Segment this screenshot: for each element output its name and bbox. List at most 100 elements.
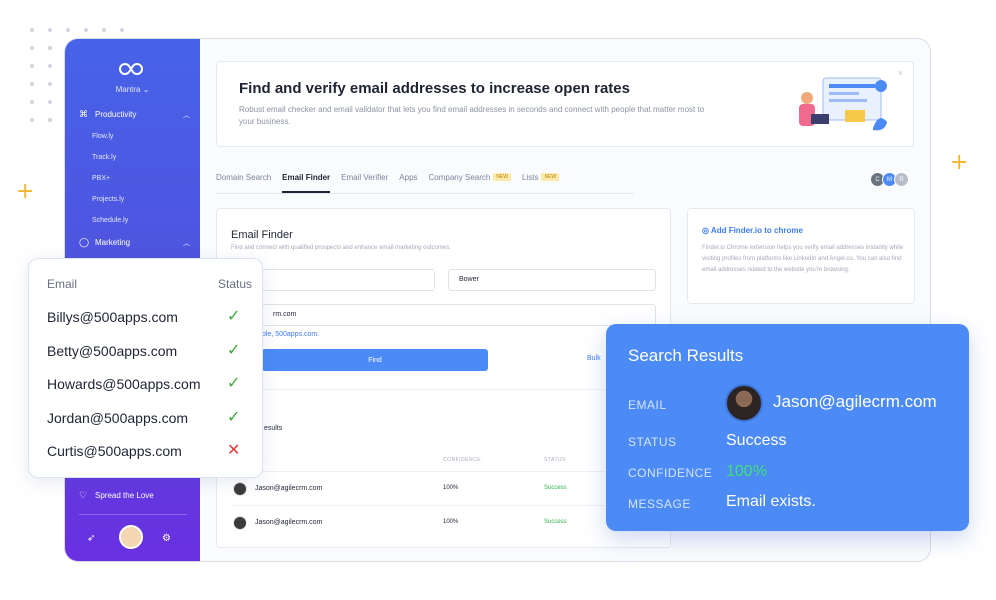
sidebar-item-flowly[interactable]: Flow.ly xyxy=(92,133,113,140)
message-label: MESSAGE xyxy=(628,497,691,511)
bulk-link[interactable]: Bulk xyxy=(587,355,601,362)
team-avatars: C M R xyxy=(870,172,909,187)
sidebar-item-trackly[interactable]: Track.ly xyxy=(92,154,116,161)
chevron-down-icon: ⌄ xyxy=(142,85,150,94)
workspace-name: Mantra xyxy=(115,85,141,94)
sidebar-section-marketing[interactable]: ◯ Marketing ︿ xyxy=(79,237,190,248)
sidebar-section-productivity[interactable]: ⌘ Productivity ︿ xyxy=(79,109,190,120)
list-item: Howards@500apps.com xyxy=(47,376,201,392)
workspace-switcher[interactable]: Mantra ⌄ xyxy=(65,85,200,94)
divider xyxy=(79,514,187,515)
heart-icon: ♡ xyxy=(79,490,88,500)
table-row[interactable]: Jason@agilecrm.com 100% Success xyxy=(231,471,661,505)
tab-label: Company Search xyxy=(428,173,491,182)
tab-email-verifier[interactable]: Email Verifier xyxy=(341,173,388,193)
row-confidence: 100% xyxy=(443,519,459,525)
result-status: Success xyxy=(726,432,787,449)
sidebar-item-schedulely[interactable]: Schedule.ly xyxy=(92,217,128,224)
chrome-extension-card: ◎ Add Finder.io to chrome Finder.io Chro… xyxy=(687,208,915,304)
find-button[interactable]: Find xyxy=(262,349,488,371)
command-icon: ⌘ xyxy=(79,109,88,119)
tab-email-finder[interactable]: Email Finder xyxy=(282,173,331,193)
tab-company-search[interactable]: Company Search NEW xyxy=(429,173,511,193)
chevron-up-icon: ︿ xyxy=(183,239,190,247)
first-name-field[interactable] xyxy=(262,269,435,291)
result-email: Jason@agilecrm.com xyxy=(773,392,937,411)
divider xyxy=(231,389,661,390)
results-label: esults xyxy=(264,425,283,432)
confidence-label: CONFIDENCE xyxy=(628,466,713,480)
sidebar-item-projectsly[interactable]: Projects.ly xyxy=(92,196,124,203)
page-title: Find and verify email addresses to incre… xyxy=(239,80,630,97)
tab-label: Lists xyxy=(522,173,539,182)
list-item: Jordan@500apps.com xyxy=(47,410,189,426)
result-message: Email exists. xyxy=(726,493,816,510)
tab-label: Domain Search xyxy=(216,173,272,182)
email-finder-panel: Email Finder Find and connect with quali… xyxy=(216,208,671,548)
check-icon: ✓ xyxy=(227,306,241,325)
plus-decoration-icon: + xyxy=(950,150,969,175)
check-icon: ✓ xyxy=(227,407,241,426)
page-description: Robust email checker and email validator… xyxy=(239,105,705,126)
tab-domain-search[interactable]: Domain Search xyxy=(216,173,271,193)
hero-illustration xyxy=(799,77,887,131)
email-label: EMAIL xyxy=(628,398,667,412)
tab-label: Email Finder xyxy=(282,173,331,182)
column-header-status: STATUS xyxy=(544,457,566,463)
section-label: Productivity xyxy=(95,110,137,119)
chrome-description: Finder.io Chrome extension helps you ver… xyxy=(702,245,904,273)
sidebar-item-spread-love[interactable]: ♡ Spread the Love xyxy=(79,490,190,501)
status-label: STATUS xyxy=(628,435,677,449)
avatar[interactable]: R xyxy=(894,172,909,187)
tab-lists[interactable]: Lists NEW xyxy=(522,173,560,193)
email-status-list: Email Status Billys@500apps.com ✓ Betty@… xyxy=(28,258,263,478)
avatar xyxy=(233,516,247,530)
row-status: Success xyxy=(544,519,567,525)
tab-label: Email Verifier xyxy=(341,173,389,182)
new-badge: NEW xyxy=(541,173,560,181)
column-header-confidence: CONFIDENCE xyxy=(443,457,482,463)
plus-decoration-icon: + xyxy=(16,179,35,204)
panel-description: Find and connect with qualified prospect… xyxy=(231,245,451,251)
chrome-title: Add Finder.io to chrome xyxy=(710,226,803,235)
tab-underline xyxy=(216,193,634,194)
close-icon[interactable]: × xyxy=(898,68,903,78)
tab-bar: Domain Search Email Finder Email Verifie… xyxy=(216,173,560,193)
sidebar-item-pbx[interactable]: PBX+ xyxy=(92,175,110,182)
cross-icon: ✕ xyxy=(227,440,241,459)
tab-apps[interactable]: Apps xyxy=(399,173,417,193)
avatar[interactable] xyxy=(119,525,143,549)
rocket-icon[interactable]: ➶ xyxy=(87,533,95,544)
result-confidence: 100% xyxy=(726,463,767,480)
gear-icon[interactable]: ⚙ xyxy=(162,533,171,544)
list-item: Betty@500apps.com xyxy=(47,343,178,359)
footer-item-label: Spread the Love xyxy=(95,491,154,500)
row-status: Success xyxy=(544,485,567,491)
infinity-logo-icon xyxy=(119,62,143,76)
new-badge: NEW xyxy=(493,173,511,181)
panel-title: Email Finder xyxy=(231,229,293,241)
hero-banner: Find and verify email addresses to incre… xyxy=(216,61,914,147)
chrome-icon: ◎ xyxy=(702,226,709,235)
row-confidence: 100% xyxy=(443,485,459,491)
list-item: Curtis@500apps.com xyxy=(47,443,182,459)
circle-icon: ◯ xyxy=(79,237,90,247)
column-header-email: Email xyxy=(47,277,78,291)
row-email: Jason@agilecrm.com xyxy=(255,485,323,492)
check-icon: ✓ xyxy=(227,340,241,359)
domain-field[interactable]: rm.com xyxy=(262,304,656,326)
last-name-field[interactable]: Bower xyxy=(448,269,656,291)
chevron-up-icon: ︿ xyxy=(183,111,190,119)
avatar xyxy=(725,384,763,422)
results-title: Search Results xyxy=(628,346,744,365)
table-row[interactable]: Jason@agilecrm.com 100% Success xyxy=(231,505,661,539)
row-email: Jason@agilecrm.com xyxy=(255,519,323,526)
list-item: Billys@500apps.com xyxy=(47,309,178,325)
check-icon: ✓ xyxy=(227,373,241,392)
avatar xyxy=(233,482,247,496)
column-header-status: Status xyxy=(218,277,253,291)
add-to-chrome-link[interactable]: ◎ Add Finder.io to chrome xyxy=(702,226,803,235)
tab-label: Apps xyxy=(399,173,418,182)
section-label: Marketing xyxy=(95,238,131,247)
domain-hint: ple, 500apps.com. xyxy=(262,331,320,338)
